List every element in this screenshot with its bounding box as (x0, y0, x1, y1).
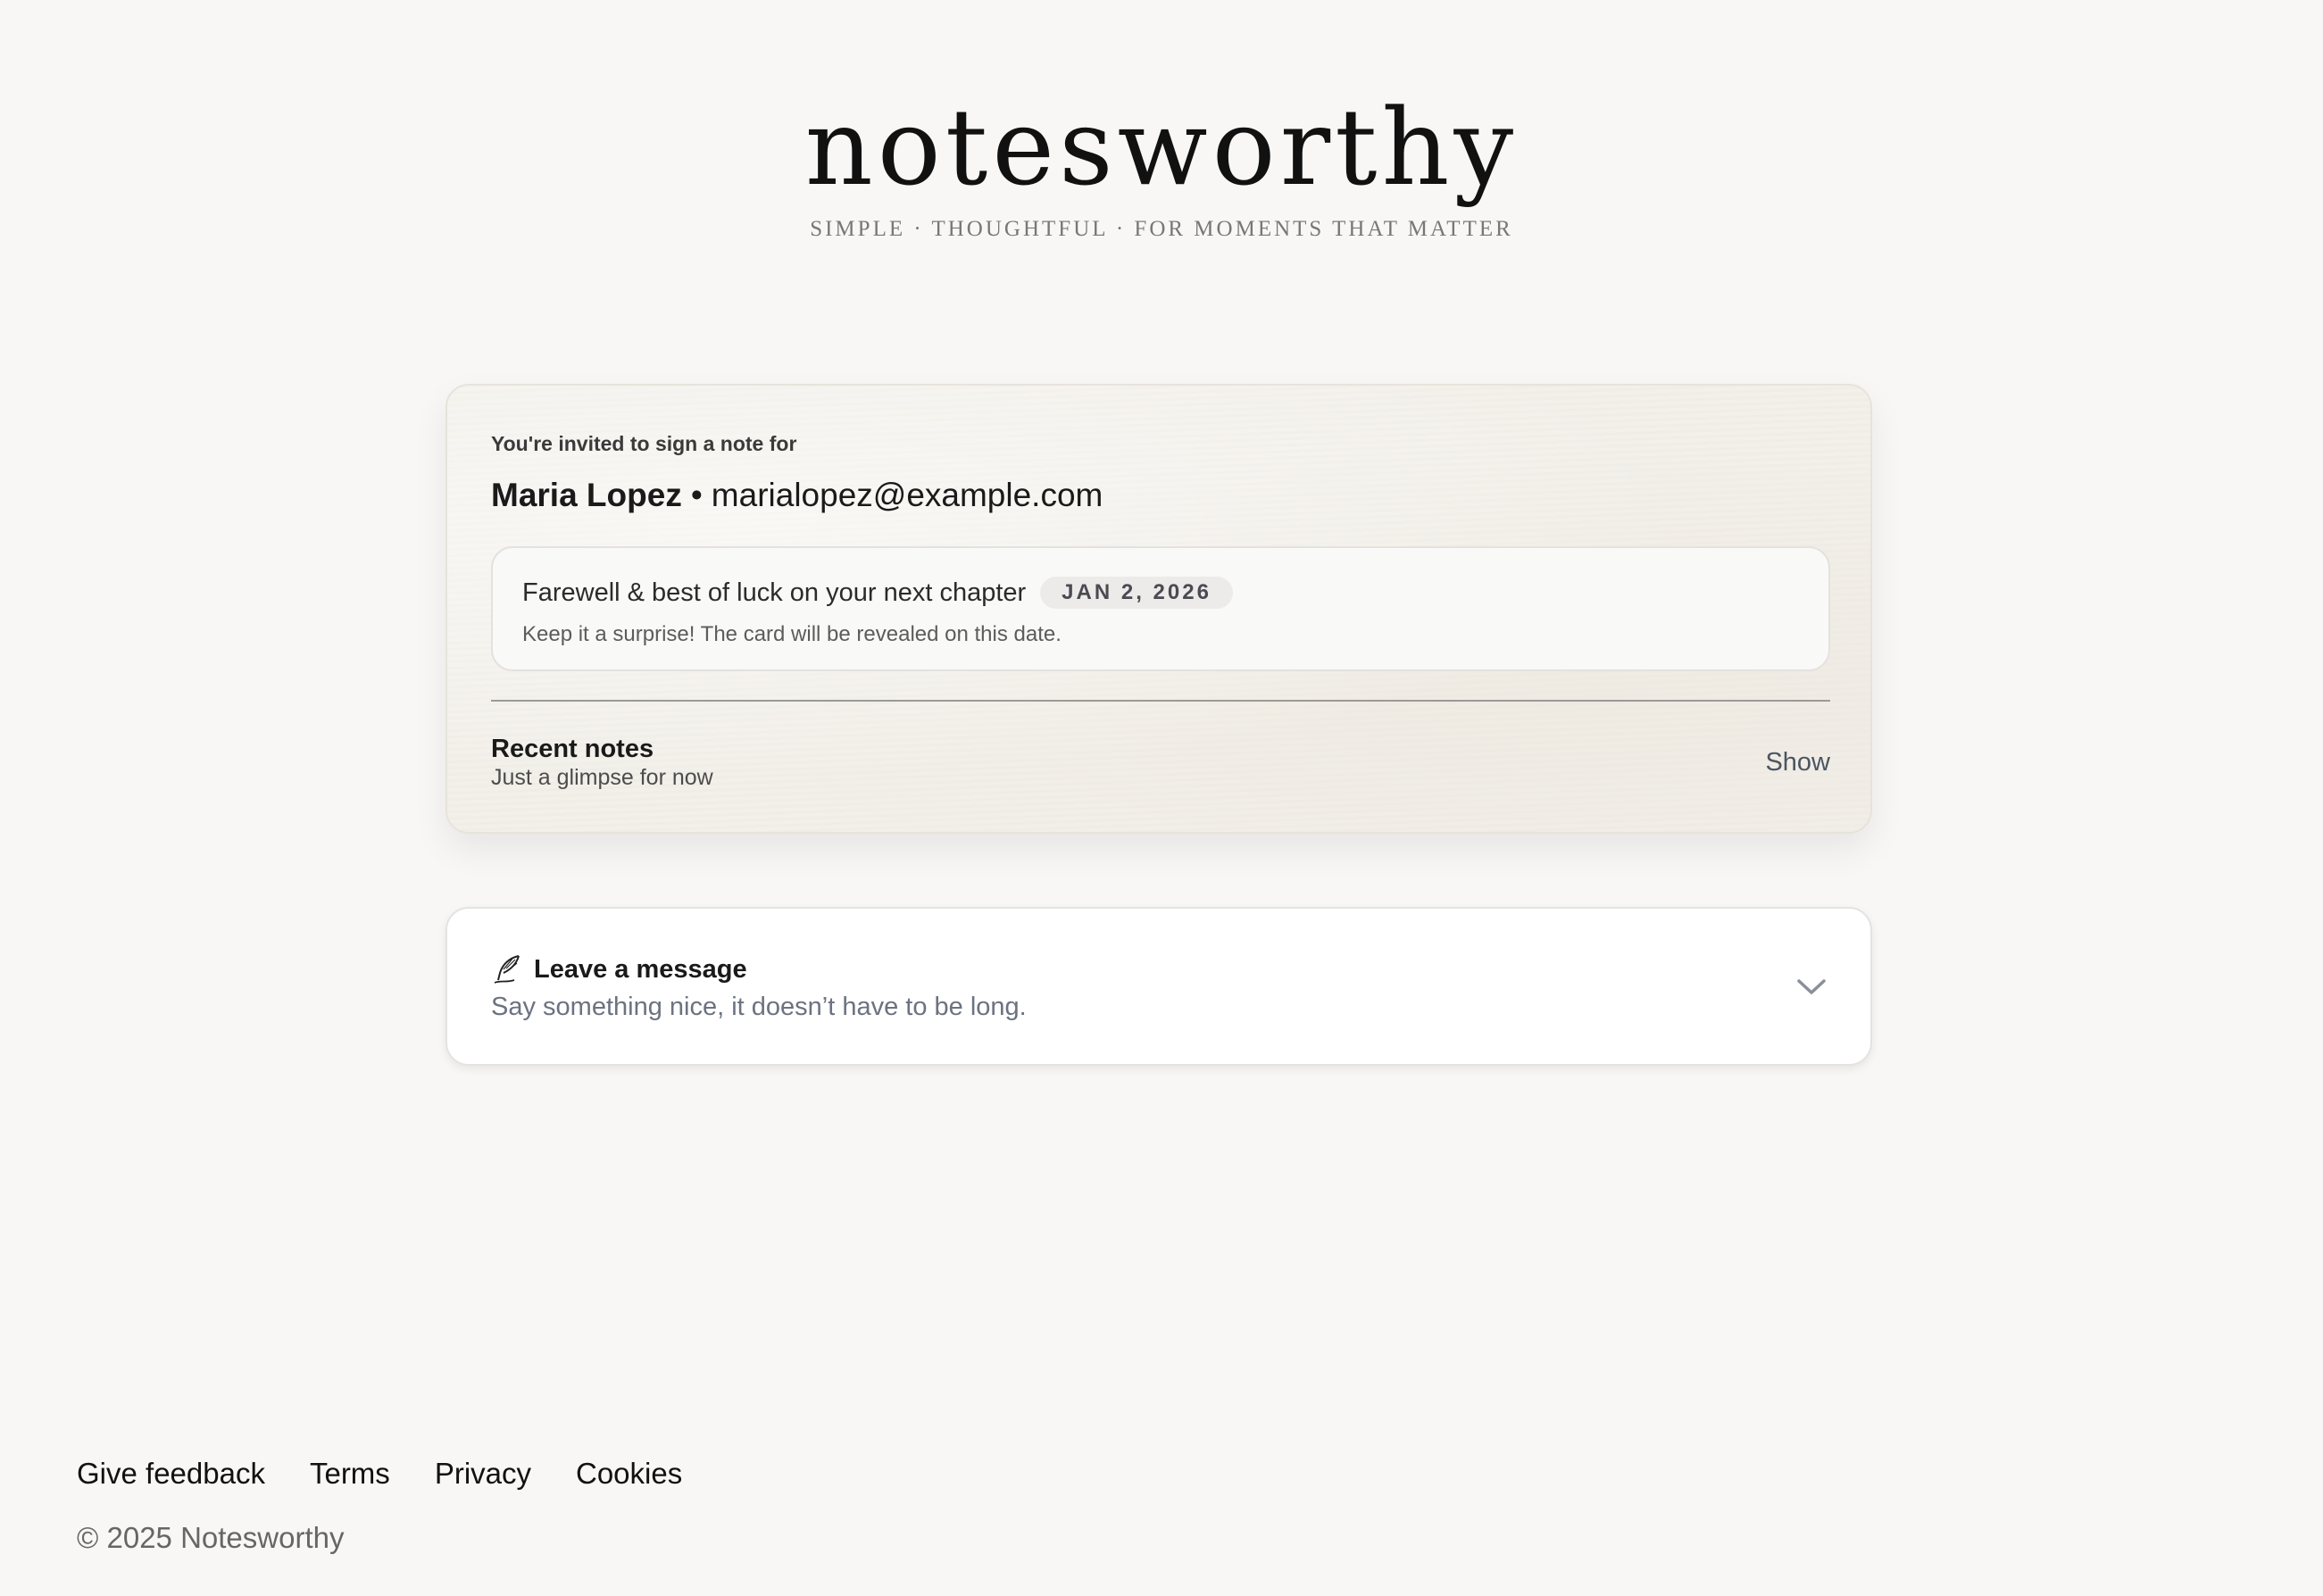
recent-notes-section: Recent notes Just a glimpse for now Show (491, 734, 1830, 791)
brand-header: notesworthy SIMPLE · THOUGHTFUL · FOR MO… (0, 89, 2323, 243)
copyright: © 2025 Notesworthy (77, 1521, 345, 1554)
leave-message-subtitle: Say something nice, it doesn’t have to b… (491, 993, 1027, 1021)
show-recent-notes-button[interactable]: Show (1765, 748, 1830, 777)
footer-link-terms[interactable]: Terms (310, 1457, 390, 1491)
leave-message-accordion[interactable]: Leave a message Say something nice, it d… (445, 907, 1872, 1066)
invite-card: You're invited to sign a note for Maria … (445, 384, 1872, 834)
reveal-date-badge: JAN 2, 2026 (1040, 577, 1233, 609)
footer-links: Give feedback Terms Privacy Cookies (77, 1457, 727, 1491)
leave-message-title: Leave a message (534, 954, 747, 984)
occasion-note: Keep it a surprise! The card will be rev… (522, 622, 1062, 646)
occasion-box: Farewell & best of luck on your next cha… (491, 546, 1830, 671)
recipient-email: marialopez@example.com (711, 477, 1103, 513)
footer-link-privacy[interactable]: Privacy (435, 1457, 531, 1491)
brand-logo: notesworthy (804, 86, 1519, 209)
quill-icon (494, 955, 520, 984)
invite-recipient: Maria Lopez • marialopez@example.com (491, 475, 1827, 516)
footer-link-give-feedback[interactable]: Give feedback (77, 1457, 265, 1491)
footer-link-cookies[interactable]: Cookies (576, 1457, 682, 1491)
invite-eyebrow: You're invited to sign a note for (491, 432, 797, 455)
occasion-title: Farewell & best of luck on your next cha… (522, 578, 1027, 607)
brand-tagline: SIMPLE · THOUGHTFUL · FOR MOMENTS THAT M… (810, 217, 1513, 241)
recent-notes-subtitle: Just a glimpse for now (491, 765, 713, 790)
chevron-down-icon[interactable] (1796, 977, 1827, 997)
divider (491, 700, 1830, 702)
recipient-name: Maria Lopez (491, 477, 682, 513)
recipient-separator: • (690, 477, 703, 513)
recent-notes-title: Recent notes (491, 735, 654, 763)
